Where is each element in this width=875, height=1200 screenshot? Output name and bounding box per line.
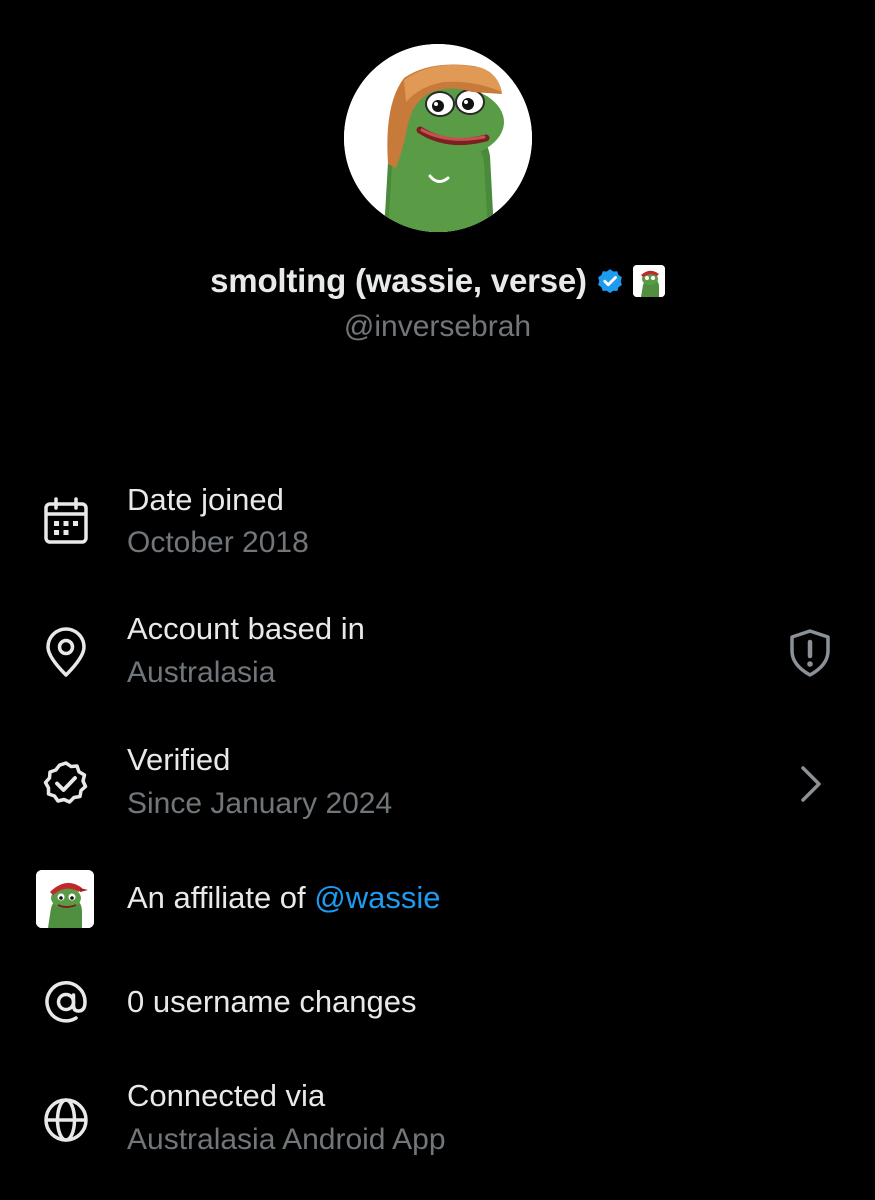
affiliate-avatar[interactable] <box>36 870 94 928</box>
verified-badge-icon[interactable] <box>595 266 625 296</box>
globe-icon <box>40 1094 92 1146</box>
username-changes-label: 0 username changes <box>127 984 417 1019</box>
calendar-icon <box>40 496 92 548</box>
account-based-in-label: Account based in <box>127 611 365 646</box>
account-based-in-value: Australasia <box>127 656 276 689</box>
chevron-right-icon[interactable] <box>784 758 836 810</box>
date-joined-value: October 2018 <box>127 526 309 559</box>
verified-badge-icon <box>40 758 92 810</box>
username-changes-row: 0 username changes <box>0 972 875 1032</box>
connected-via-value: Australasia Android App <box>127 1123 446 1156</box>
affiliate-link[interactable]: @wassie <box>314 880 440 915</box>
account-based-in-row: Account based in Australasia <box>0 611 875 701</box>
shield-alert-icon[interactable] <box>784 627 836 679</box>
profile-avatar[interactable] <box>344 44 532 232</box>
pepe-avatar-image <box>344 44 532 232</box>
connected-via-row: Connected via Australasia Android App <box>0 1078 875 1168</box>
affiliate-text: An affiliate of @wassie <box>127 880 441 916</box>
affiliate-prefix: An affiliate of <box>127 880 315 915</box>
verified-row[interactable]: Verified Since January 2024 <box>0 742 875 832</box>
display-name: smolting (wassie, verse) <box>210 262 587 299</box>
date-joined-label: Date joined <box>127 482 284 517</box>
profile-name-row: smolting (wassie, verse) <box>0 262 875 300</box>
location-pin-icon <box>40 627 92 679</box>
profile-handle: @inversebrah <box>343 310 532 343</box>
verified-label: Verified <box>127 742 231 777</box>
at-sign-icon <box>40 976 92 1028</box>
verified-value: Since January 2024 <box>127 787 393 820</box>
connected-via-label: Connected via <box>127 1078 326 1113</box>
affiliate-badge-icon[interactable] <box>632 265 665 297</box>
date-joined-row: Date joined October 2018 <box>0 480 875 570</box>
affiliate-row: An affiliate of @wassie <box>0 868 875 928</box>
